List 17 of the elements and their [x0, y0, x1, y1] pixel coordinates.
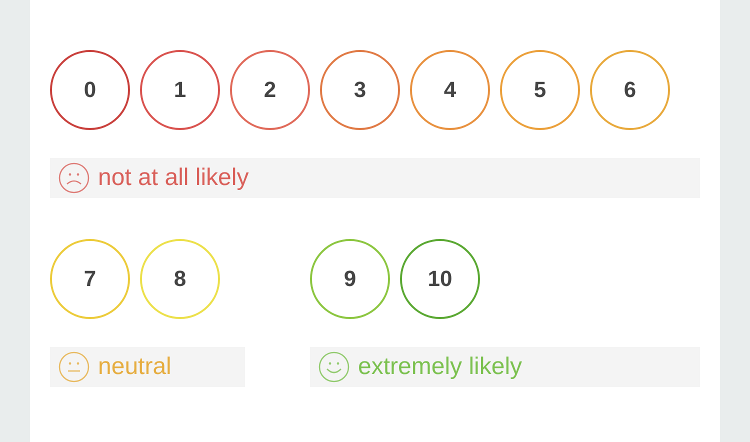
label-text: extremely likely	[358, 353, 522, 381]
score-button[interactable]: 2	[230, 50, 310, 130]
score-button[interactable]: 6	[590, 50, 670, 130]
label-text: not at all likely	[98, 164, 249, 192]
score-button[interactable]: 8	[140, 239, 220, 319]
score-button[interactable]: 3	[320, 50, 400, 130]
score-button[interactable]: 5	[500, 50, 580, 130]
smiley-face-icon	[318, 351, 350, 383]
score-button[interactable]: 10	[400, 239, 480, 319]
score-button[interactable]: 1	[140, 50, 220, 130]
label-text: neutral	[98, 353, 172, 381]
score-button[interactable]: 4	[410, 50, 490, 130]
score-button[interactable]: 9	[310, 239, 390, 319]
sad-face-icon	[58, 162, 90, 194]
neutral-face-icon	[58, 351, 90, 383]
score-button[interactable]: 7	[50, 239, 130, 319]
score-button[interactable]: 0	[50, 50, 130, 130]
